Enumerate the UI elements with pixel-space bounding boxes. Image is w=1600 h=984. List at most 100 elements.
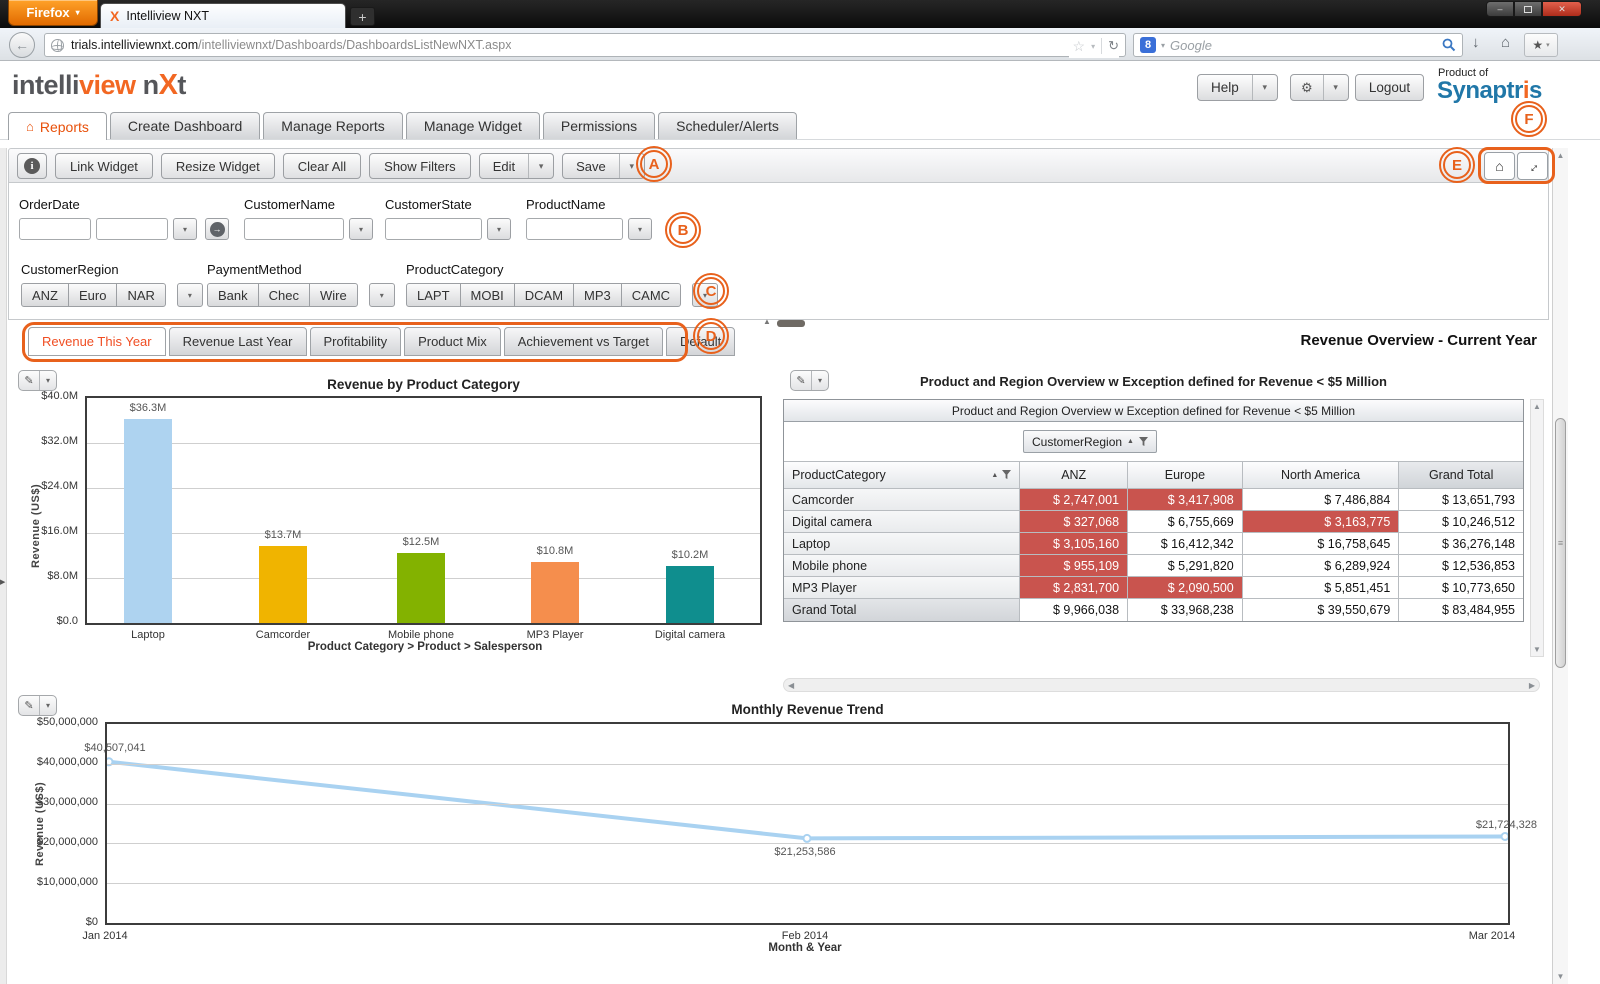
filter-icon[interactable] <box>1139 435 1148 449</box>
save-button[interactable]: Save ▾ <box>562 153 645 179</box>
expand-panel-icon[interactable]: ▶ <box>0 578 5 586</box>
back-button[interactable]: ← <box>9 32 35 58</box>
bar-camcorder[interactable] <box>259 546 307 623</box>
info-button[interactable]: i <box>17 153 47 179</box>
dashboard-tab-profitability[interactable]: Profitability <box>310 327 402 356</box>
row-label-cell[interactable]: Grand Total <box>784 599 1020 621</box>
data-point-feb-2014[interactable] <box>804 835 811 842</box>
edit-button[interactable]: Edit ▾ <box>479 153 554 179</box>
new-tab-button[interactable]: + <box>350 7 375 26</box>
show-filters-button[interactable]: Show Filters <box>369 153 471 179</box>
column-header-productcategory[interactable]: ProductCategory▲ <box>784 462 1020 488</box>
maximize-button[interactable] <box>1514 1 1542 17</box>
collapse-handle[interactable] <box>777 320 805 327</box>
scroll-down-icon[interactable]: ▼ <box>1531 645 1543 654</box>
filter-icon[interactable] <box>1002 468 1011 482</box>
filter-option-euro[interactable]: Euro <box>68 283 117 307</box>
chevron-down-icon[interactable]: ▾ <box>1252 75 1277 100</box>
filter-dropdown-customerstate[interactable]: ▾ <box>487 218 511 240</box>
bar-widget-edit-button[interactable]: ✎ ▾ <box>18 370 57 391</box>
scrollbar-handle[interactable]: ≡ <box>1555 418 1566 668</box>
dashboard-tab-achievement-vs-target[interactable]: Achievement vs Target <box>504 327 663 356</box>
chevron-down-icon[interactable]: ▾ <box>39 696 56 715</box>
refresh-icon[interactable]: ↻ <box>1101 38 1119 54</box>
filter-option-chec[interactable]: Chec <box>258 283 310 307</box>
column-header-anz[interactable]: ANZ <box>1020 462 1128 488</box>
filter-option-mp3[interactable]: MP3 <box>573 283 622 307</box>
nav-tab-permissions[interactable]: Permissions <box>543 112 655 139</box>
filter-option-dcam[interactable]: DCAM <box>514 283 574 307</box>
nav-tab-create-dashboard[interactable]: Create Dashboard <box>110 112 260 139</box>
dashboard-tab-revenue-this-year[interactable]: Revenue This Year <box>28 327 166 356</box>
filter-input-productname[interactable] <box>526 218 623 240</box>
filter-option-lapt[interactable]: LAPT <box>406 283 461 307</box>
data-point-mar-2014[interactable] <box>1502 833 1509 840</box>
table-horizontal-scrollbar[interactable]: ◀ ▶ <box>783 678 1540 692</box>
dashboard-tab-product-mix[interactable]: Product Mix <box>404 327 501 356</box>
row-label-cell[interactable]: MP3 Player <box>784 577 1020 598</box>
close-button[interactable]: ✕ <box>1542 1 1582 17</box>
link-widget-button[interactable]: Link Widget <box>55 153 153 179</box>
filter-dropdown-orderdate[interactable]: ▾ <box>173 218 197 240</box>
filter-dropdown-productname[interactable]: ▾ <box>628 218 652 240</box>
filter-dropdown-customername[interactable]: ▾ <box>349 218 373 240</box>
search-icon[interactable] <box>1442 38 1456 52</box>
chevron-down-icon[interactable]: ▾ <box>1091 42 1095 51</box>
minimize-button[interactable]: – <box>1486 1 1514 17</box>
column-header-north-america[interactable]: North America <box>1243 462 1400 488</box>
filter-option-wire[interactable]: Wire <box>309 283 358 307</box>
filter-option-camc[interactable]: CAMC <box>621 283 681 307</box>
bookmarks-button[interactable]: ★ ▾ <box>1524 33 1558 57</box>
resize-widget-button[interactable]: Resize Widget <box>161 153 275 179</box>
firefox-menu-button[interactable]: Firefox ▾ <box>8 0 98 26</box>
scroll-down-icon[interactable]: ▼ <box>1553 972 1568 981</box>
bar-mobile-phone[interactable] <box>397 553 445 623</box>
nav-tab-scheduler-alerts[interactable]: Scheduler/Alerts <box>658 112 797 139</box>
customerregion-group-button[interactable]: CustomerRegion▲ <box>1023 430 1157 453</box>
bar-mp3-player[interactable] <box>531 562 579 623</box>
browser-tab[interactable]: X Intelliview NXT <box>100 3 346 28</box>
chevron-down-icon[interactable]: ▾ <box>1161 41 1165 50</box>
chevron-down-icon[interactable]: ▾ <box>528 154 553 178</box>
filter-option-anz[interactable]: ANZ <box>21 283 69 307</box>
collapse-arrow-icon[interactable]: ▲ <box>763 317 771 326</box>
clear-all-button[interactable]: Clear All <box>283 153 361 179</box>
filter-option-nar[interactable]: NAR <box>116 283 165 307</box>
dashboard-tab-revenue-last-year[interactable]: Revenue Last Year <box>169 327 307 356</box>
bookmark-star-icon[interactable]: ☆ <box>1073 38 1086 55</box>
url-bar[interactable]: trials.intelliviewnxt.com/intelliviewnxt… <box>44 33 1126 57</box>
logout-button[interactable]: Logout <box>1355 74 1424 101</box>
chevron-down-icon[interactable]: ▾ <box>39 371 56 390</box>
dashboard-home-button[interactable]: ⌂ <box>1484 152 1515 180</box>
filter-go-button[interactable]: → <box>205 218 229 240</box>
home-icon[interactable]: ⌂ <box>1501 34 1510 51</box>
scroll-left-icon[interactable]: ◀ <box>788 681 794 690</box>
filter-option-bank[interactable]: Bank <box>207 283 259 307</box>
page-scrollbar[interactable]: ▲ ≡ ▼ <box>1552 148 1568 984</box>
scroll-up-icon[interactable]: ▲ <box>1531 402 1543 411</box>
scroll-right-icon[interactable]: ▶ <box>1529 681 1535 690</box>
help-button[interactable]: Help ▾ <box>1197 74 1278 101</box>
column-header-grand-total[interactable]: Grand Total <box>1399 462 1523 488</box>
nav-tab-manage-widget[interactable]: Manage Widget <box>406 112 540 139</box>
bar-digital-camera[interactable] <box>666 566 714 623</box>
filter-dropdown-paymentmethod[interactable]: ▾ <box>369 283 395 307</box>
filter-input-customerstate[interactable] <box>385 218 482 240</box>
column-header-europe[interactable]: Europe <box>1128 462 1243 488</box>
row-label-cell[interactable]: Mobile phone <box>784 555 1020 576</box>
nav-tab-manage-reports[interactable]: Manage Reports <box>263 112 403 139</box>
row-label-cell[interactable]: Laptop <box>784 533 1020 554</box>
settings-button[interactable]: ⚙ ▾ <box>1290 74 1349 101</box>
filter-input-orderdate[interactable] <box>96 218 168 240</box>
scroll-up-icon[interactable]: ▲ <box>1553 151 1568 160</box>
line-widget-edit-button[interactable]: ✎ ▾ <box>18 695 57 716</box>
nav-tab-reports[interactable]: ⌂Reports <box>8 112 107 140</box>
filter-input-customername[interactable] <box>244 218 344 240</box>
table-vertical-scrollbar[interactable]: ▲ ▼ <box>1530 399 1544 657</box>
downloads-icon[interactable]: ↓ <box>1472 34 1480 51</box>
row-label-cell[interactable]: Camcorder <box>784 489 1020 510</box>
chevron-down-icon[interactable]: ▾ <box>1323 75 1348 100</box>
filter-dropdown-customerregion[interactable]: ▾ <box>177 283 203 307</box>
filter-input-orderdate[interactable] <box>19 218 91 240</box>
row-label-cell[interactable]: Digital camera <box>784 511 1020 532</box>
